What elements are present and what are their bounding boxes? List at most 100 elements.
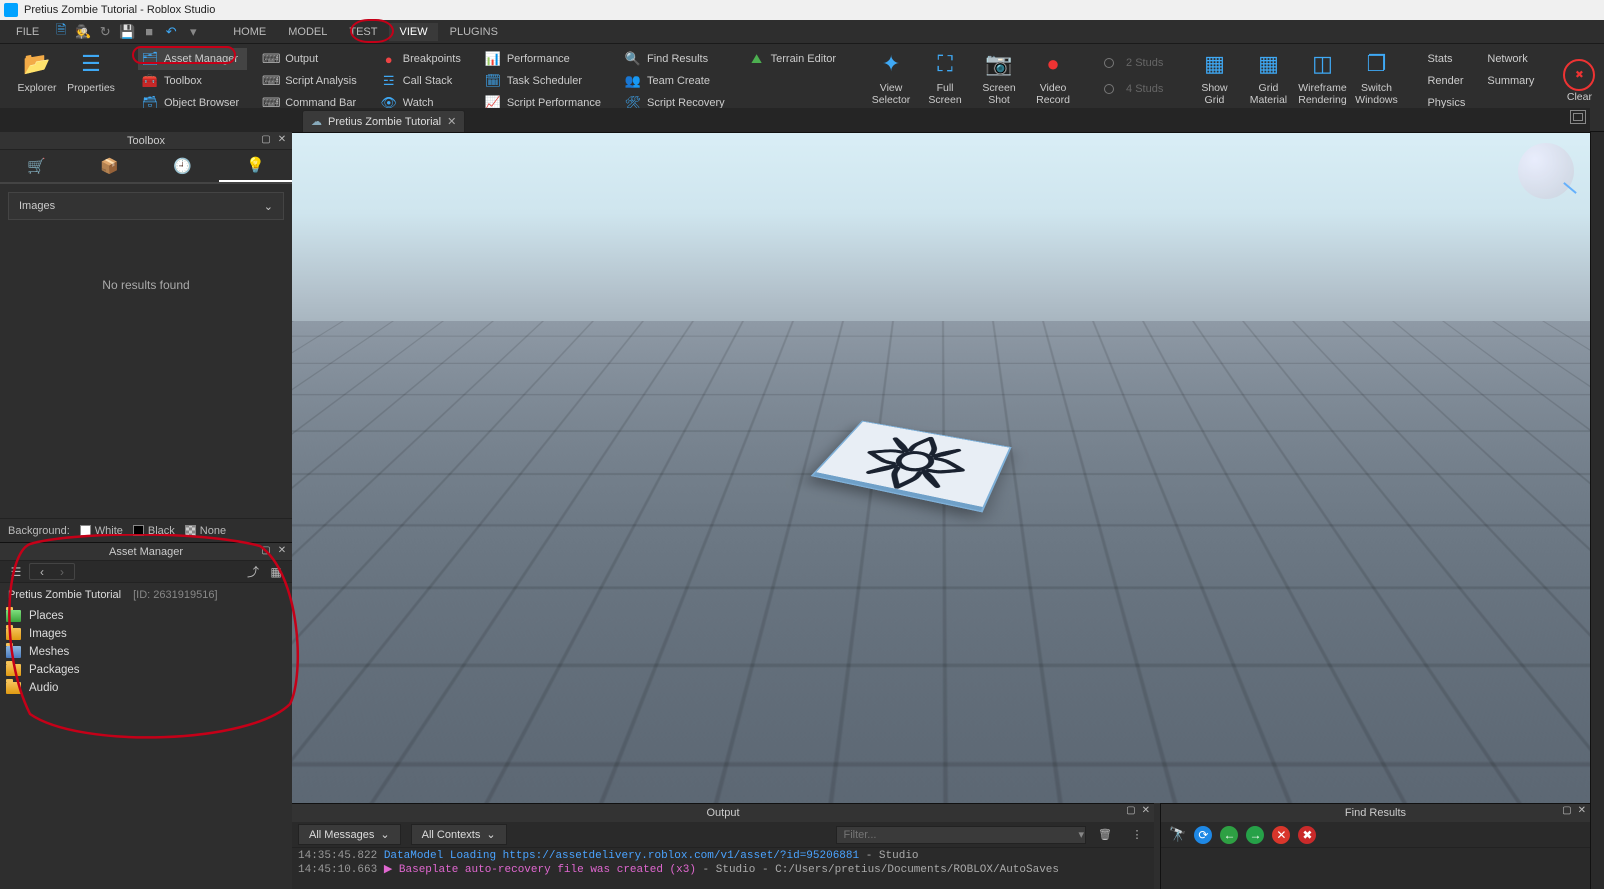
record-icon: ● [1039,50,1067,78]
binoculars-icon[interactable]: 🔭 [1169,826,1186,843]
close-icon[interactable]: ✕ [276,133,288,145]
explorer-label: Explorer [17,82,56,94]
folder-meshes[interactable]: Meshes [6,643,286,661]
folder-audio[interactable]: Audio [6,679,286,697]
find-results-panel: Find Results ▢✕ 🔭 ⟳ ← → ✕ ✖ [1160,803,1590,889]
bg-none[interactable]: None [185,525,226,537]
close-icon[interactable]: ✕ [1578,805,1586,816]
bg-white[interactable]: White [80,525,123,537]
refresh-icon[interactable]: ⟳ [1194,826,1212,844]
chevron-down-icon: ⌄ [264,200,273,213]
bg-black[interactable]: Black [133,525,175,537]
performance-button[interactable]: 📊Performance [481,48,609,70]
output-button[interactable]: ⌨Output [259,48,365,70]
script-analysis-button[interactable]: ⌨Script Analysis [259,70,365,92]
terrain-icon: ⛰ [749,51,765,67]
checkbox-icon [80,525,91,536]
menu-file[interactable]: FILE [6,23,49,41]
undock-icon[interactable]: ▢ [260,133,272,145]
clear-icon[interactable]: ✕ [1272,826,1290,844]
grid-material-button[interactable]: ▦Grid Material [1241,48,1295,108]
tab-test[interactable]: TEST [339,23,387,41]
tab-model[interactable]: MODEL [278,23,337,41]
stats-network[interactable]: Network [1483,48,1542,70]
team-create-button[interactable]: 👥Team Create [621,70,733,92]
close-icon[interactable]: ✕ [447,115,456,128]
window-titlebar: Pretius Zombie Tutorial - Roblox Studio [0,0,1604,20]
back-icon[interactable]: ‹ [32,563,52,581]
studs-4[interactable]: 4 Studs [1100,78,1177,100]
output-filter-messages[interactable]: All Messages⌄ [298,824,401,845]
forward-icon[interactable]: › [52,563,72,581]
wireframe-button[interactable]: ◫Wireframe Rendering [1295,48,1349,108]
maximize-icon[interactable] [1570,110,1586,124]
folder-packages[interactable]: Packages [6,661,286,679]
asset-manager-button[interactable]: 🗂Asset Manager [138,48,247,70]
toolbox-category-dropdown[interactable]: Images ⌄ [8,192,284,220]
stats-clear-button[interactable]: ✖ Clear [1552,48,1604,114]
grid-view-icon[interactable]: ▦ [266,563,286,581]
toolbox-tab-create[interactable]: 💡 [219,150,292,182]
explorer-button[interactable]: 📂 Explorer [10,48,64,96]
find-results-button[interactable]: 🔍Find Results [621,48,733,70]
folder-places[interactable]: Places [6,607,286,625]
undock-icon[interactable]: ▢ [1562,805,1571,816]
video-record-button[interactable]: ●Video Record [1026,48,1080,108]
properties-button[interactable]: ☰ Properties [64,48,118,96]
save-icon[interactable]: 💾 [119,24,135,40]
folder-images[interactable]: Images [6,625,286,643]
hamburger-icon[interactable]: ☰ [6,563,26,581]
stats-render[interactable]: Render [1423,70,1473,92]
app-logo-icon [4,3,18,17]
windows-icon: ❐ [1362,50,1390,78]
stop-icon[interactable]: ✖ [1298,826,1316,844]
show-grid-button[interactable]: ▦Show Grid [1187,48,1241,108]
redo-icon[interactable]: ↻ [97,24,113,40]
studs-2[interactable]: 2 Studs [1100,52,1177,74]
undo-icon[interactable]: ↶ [163,24,179,40]
tab-view[interactable]: VIEW [389,23,437,41]
prev-icon[interactable]: ← [1220,826,1238,844]
tab-plugins[interactable]: PLUGINS [440,23,508,41]
document-tab[interactable]: ☁ Pretius Zombie Tutorial ✕ [302,110,465,132]
find-results-icon: 🔍 [625,51,641,67]
dropdown-qat-icon[interactable]: ▾ [185,24,201,40]
upload-icon[interactable]: ⤴ [243,563,263,581]
undock-icon[interactable]: ▢ [260,544,272,556]
toolbox-tab-shop[interactable]: 🛒 [0,150,73,182]
stats-stats[interactable]: Stats [1423,48,1473,70]
screen-shot-button[interactable]: 📷Screen Shot [972,48,1026,108]
task-scheduler-button[interactable]: 🗓Task Scheduler [481,70,609,92]
undock-icon[interactable]: ▢ [1126,805,1135,816]
switch-windows-button[interactable]: ❐Switch Windows [1349,48,1403,108]
binoculars-icon[interactable]: 🕵 [75,24,91,40]
orientation-widget[interactable] [1518,143,1574,199]
stats-summary[interactable]: Summary [1483,70,1542,92]
viewport-3d[interactable] [292,132,1590,803]
call-stack-button[interactable]: ☲Call Stack [377,70,469,92]
stop-icon[interactable]: ■ [141,24,157,40]
terrain-editor-button[interactable]: ⛰Terrain Editor [745,48,844,70]
window-title: Pretius Zombie Tutorial - Roblox Studio [24,4,215,16]
view-selector-button[interactable]: ✦View Selector [864,48,918,108]
full-screen-button[interactable]: ⛶Full Screen [918,48,972,108]
toolbox-tab-recent[interactable]: 🕘 [146,150,219,182]
trash-icon[interactable]: 🗑 [1094,825,1116,845]
chevron-down-icon[interactable]: ▾ [1078,828,1084,841]
toolbox-tab-inventory[interactable]: 📦 [73,150,146,182]
script-analysis-icon: ⌨ [263,73,279,89]
toolbox-button[interactable]: 🧰Toolbox [138,70,247,92]
breakpoints-button[interactable]: ●Breakpoints [377,48,469,70]
output-log: 14:35:45.822 DataModel Loading https://a… [292,848,1154,889]
more-icon[interactable]: ⋮ [1126,825,1148,845]
folder-icon [6,664,21,676]
right-dock-strip[interactable] [1590,132,1604,889]
tab-home[interactable]: HOME [223,23,276,41]
new-icon[interactable]: 🗎 [53,24,69,40]
folder-icon [6,628,21,640]
output-filter-input[interactable] [836,826,1086,844]
output-filter-contexts[interactable]: All Contexts⌄ [411,824,507,845]
next-icon[interactable]: → [1246,826,1264,844]
close-icon[interactable]: ✕ [276,544,288,556]
close-icon[interactable]: ✕ [1142,805,1150,816]
